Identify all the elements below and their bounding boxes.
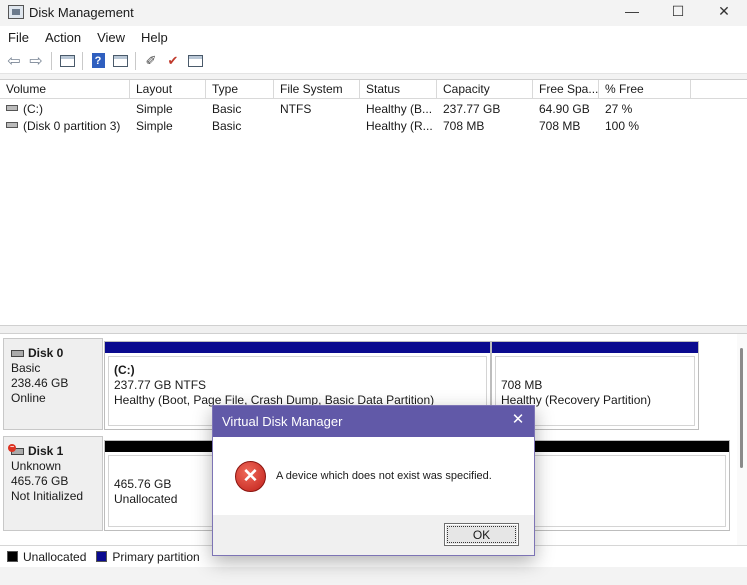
legend-label: Unallocated (23, 549, 87, 564)
toolbar-separator (82, 51, 83, 70)
disk-management-app-icon (8, 5, 24, 19)
dialog-title: Virtual Disk Manager (222, 414, 343, 429)
show-hide-console-tree-icon[interactable] (56, 51, 78, 71)
legend-swatch-unallocated (7, 551, 18, 562)
cell-type: Basic (212, 101, 242, 116)
properties-grid-icon[interactable] (109, 51, 131, 71)
window-title: Disk Management (29, 4, 134, 20)
cell-free-space: 708 MB (539, 118, 581, 133)
disk-name: Disk 1 (28, 444, 64, 458)
cell-file-system: NTFS (280, 101, 312, 116)
properties-list-icon[interactable] (184, 51, 206, 71)
menu-bar: File Action View Help (0, 26, 747, 48)
disk-icon (11, 350, 24, 357)
toolbar: ⇦ ⇨ ? ✐ ✔ (0, 48, 747, 74)
column-capacity[interactable]: Capacity (437, 80, 533, 99)
partition-size: 708 MB (501, 378, 543, 392)
dialog-body: ✕ A device which does not exist was spec… (213, 437, 534, 515)
column-type[interactable]: Type (206, 80, 274, 99)
back-arrow-icon[interactable]: ⇦ (3, 51, 25, 71)
cell-volume: (Disk 0 partition 3) (23, 118, 121, 133)
disk-0-label[interactable]: Disk 0 Basic 238.46 GB Online (3, 338, 103, 430)
toolbar-separator (135, 51, 136, 70)
dialog-message: A device which does not exist was specif… (276, 470, 492, 482)
connect-disk-icon[interactable]: ✐ (140, 51, 162, 71)
ok-button[interactable]: OK (444, 523, 519, 546)
disk-type: Unknown (11, 459, 62, 473)
forward-arrow-icon[interactable]: ⇨ (25, 51, 47, 71)
column-layout[interactable]: Layout (130, 80, 206, 99)
disk-1-label[interactable]: − Disk 1 Unknown 465.76 GB Not Initialize… (3, 436, 103, 531)
toolbar-separator (51, 51, 52, 70)
column-file-system[interactable]: File System (274, 80, 360, 99)
cell-capacity: 237.77 GB (443, 101, 501, 116)
close-button[interactable]: ✕ (701, 0, 747, 22)
legend-swatch-primary (96, 551, 108, 562)
volume-drive-icon (6, 105, 18, 112)
cell-layout: Simple (136, 101, 173, 116)
cell-layout: Simple (136, 118, 173, 133)
table-row[interactable]: (C:) Simple Basic NTFS Healthy (B... 237… (0, 100, 747, 117)
menu-action[interactable]: Action (37, 30, 89, 45)
scrollbar-thumb[interactable] (740, 348, 743, 468)
menu-help[interactable]: Help (133, 30, 176, 45)
cell-free-space: 64.90 GB (539, 101, 590, 116)
error-dialog: Virtual Disk Manager ✕ ✕ A device which … (212, 405, 535, 556)
disk-map-scrollbar[interactable] (737, 334, 747, 545)
dialog-footer: OK (213, 515, 534, 555)
cell-status: Healthy (B... (366, 101, 433, 116)
menu-view[interactable]: View (89, 30, 133, 45)
volume-drive-icon (6, 122, 18, 129)
checklist-icon[interactable]: ✔ (162, 51, 184, 71)
maximize-button[interactable]: ☐ (655, 0, 701, 22)
dialog-title-bar: Virtual Disk Manager ✕ (213, 406, 534, 437)
disk-size: 465.76 GB (11, 474, 69, 488)
minimize-button[interactable]: — (609, 0, 655, 22)
partition-name: (C:) (114, 363, 135, 377)
title-bar: Disk Management — ☐ ✕ (0, 0, 747, 24)
error-icon: ✕ (235, 460, 266, 492)
column-percent-free[interactable]: % Free (599, 80, 691, 99)
cell-type: Basic (212, 118, 242, 133)
disk-type: Basic (11, 361, 41, 375)
column-volume[interactable]: Volume (0, 80, 130, 99)
partition-size: 237.77 GB NTFS (114, 378, 207, 392)
disk-name: Disk 0 (28, 346, 64, 360)
cell-percent-free: 27 % (605, 101, 633, 116)
volume-list-header: Volume Layout Type File System Status Ca… (0, 80, 747, 99)
column-status[interactable]: Status (360, 80, 437, 99)
pane-splitter[interactable] (0, 325, 747, 334)
status-bar (0, 567, 747, 585)
table-row[interactable]: (Disk 0 partition 3) Simple Basic Health… (0, 117, 747, 134)
volume-list: Volume Layout Type File System Status Ca… (0, 79, 747, 325)
dialog-close-icon[interactable]: ✕ (511, 412, 525, 427)
help-icon[interactable]: ? (87, 51, 109, 71)
cell-volume: (C:) (23, 101, 43, 116)
cell-percent-free: 100 % (605, 118, 640, 133)
column-free-space[interactable]: Free Spa... (533, 80, 599, 99)
disk-uninitialized-icon: − (8, 444, 24, 455)
cell-status: Healthy (R... (366, 118, 433, 133)
partition-color-bar (105, 342, 490, 353)
legend-label: Primary partition (112, 549, 200, 564)
cell-capacity: 708 MB (443, 118, 485, 133)
disk-size: 238.46 GB (11, 376, 69, 390)
partition-color-bar (492, 342, 698, 353)
disk-state: Online (11, 391, 46, 405)
disk-state: Not Initialized (11, 489, 84, 503)
menu-file[interactable]: File (0, 30, 37, 45)
